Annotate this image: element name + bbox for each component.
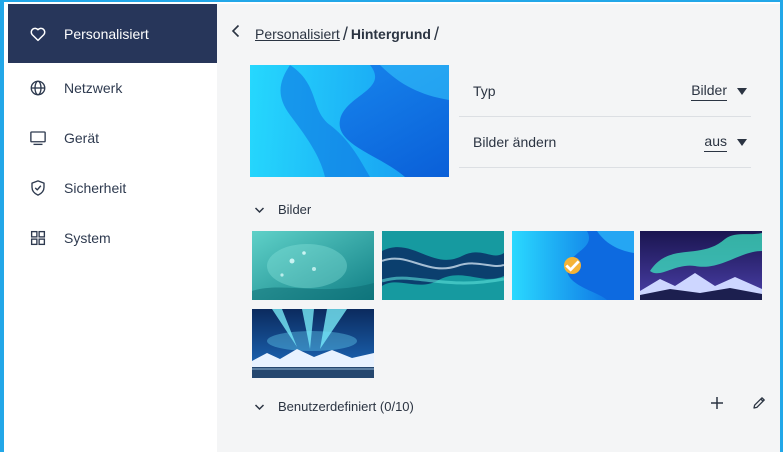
settings-window: Personalisiert Netzwerk Gerät Sicherheit… (0, 0, 783, 452)
sidebar-item-system[interactable]: System (8, 213, 217, 263)
image-thumbnail-selected[interactable] (512, 231, 634, 300)
monitor-icon (28, 128, 48, 148)
sidebar-item-sicherheit[interactable]: Sicherheit (8, 163, 217, 213)
sidebar-item-label: Gerät (64, 130, 100, 146)
breadcrumb-current: Hintergrund (350, 25, 431, 42)
chevron-left-icon[interactable] (231, 24, 241, 43)
shield-check-icon (28, 178, 48, 198)
checkmark-icon (564, 257, 581, 274)
breadcrumb-separator: / (342, 23, 348, 44)
sidebar-item-netzwerk[interactable]: Netzwerk (8, 63, 217, 113)
change-images-dropdown[interactable]: aus (704, 133, 751, 152)
chevron-down-icon (254, 202, 266, 217)
change-images-label: Bilder ändern (473, 134, 557, 150)
chevron-down-icon (254, 399, 266, 414)
caret-down-icon (737, 139, 747, 146)
breadcrumb-separator: / (433, 23, 439, 44)
edit-pencil-icon[interactable] (751, 395, 767, 416)
type-row: Typ Bilder (459, 66, 751, 117)
globe-icon (28, 78, 48, 98)
sidebar-item-label: Netzwerk (64, 80, 123, 96)
image-thumbnail[interactable] (382, 231, 504, 300)
image-thumbnail[interactable] (640, 231, 762, 300)
sidebar-item-label: Sicherheit (64, 180, 127, 196)
settings-list: Typ Bilder Bilder ändern aus (459, 66, 751, 168)
type-dropdown[interactable]: Bilder (691, 82, 751, 101)
main-panel: Personalisiert / Hintergrund / Typ Bilde… (217, 4, 780, 452)
heart-icon (28, 24, 48, 44)
sidebar-item-geraet[interactable]: Gerät (8, 113, 217, 163)
images-section-header[interactable]: Bilder (254, 202, 311, 217)
images-section-label: Bilder (278, 202, 312, 217)
type-label: Typ (473, 83, 496, 99)
custom-section-header[interactable]: Benutzerdefiniert (0/10) (254, 399, 414, 414)
background-preview (250, 65, 449, 177)
sidebar: Personalisiert Netzwerk Gerät Sicherheit… (8, 4, 217, 452)
image-thumbnail[interactable] (252, 309, 374, 378)
change-images-row: Bilder ändern aus (459, 117, 751, 168)
caret-down-icon (737, 88, 747, 95)
sidebar-item-label: System (64, 230, 111, 246)
breadcrumb-parent-link[interactable]: Personalisiert (255, 26, 340, 42)
breadcrumb: Personalisiert / Hintergrund / (231, 24, 442, 43)
custom-section-label: Benutzerdefiniert (0/10) (278, 399, 414, 414)
sidebar-item-label: Personalisiert (64, 25, 149, 42)
image-thumbnail[interactable] (252, 231, 374, 300)
add-icon[interactable] (709, 395, 725, 416)
change-images-value: aus (704, 133, 727, 152)
type-value: Bilder (691, 82, 727, 101)
sidebar-item-personalisiert[interactable]: Personalisiert (8, 4, 217, 63)
grid-icon (28, 228, 48, 248)
